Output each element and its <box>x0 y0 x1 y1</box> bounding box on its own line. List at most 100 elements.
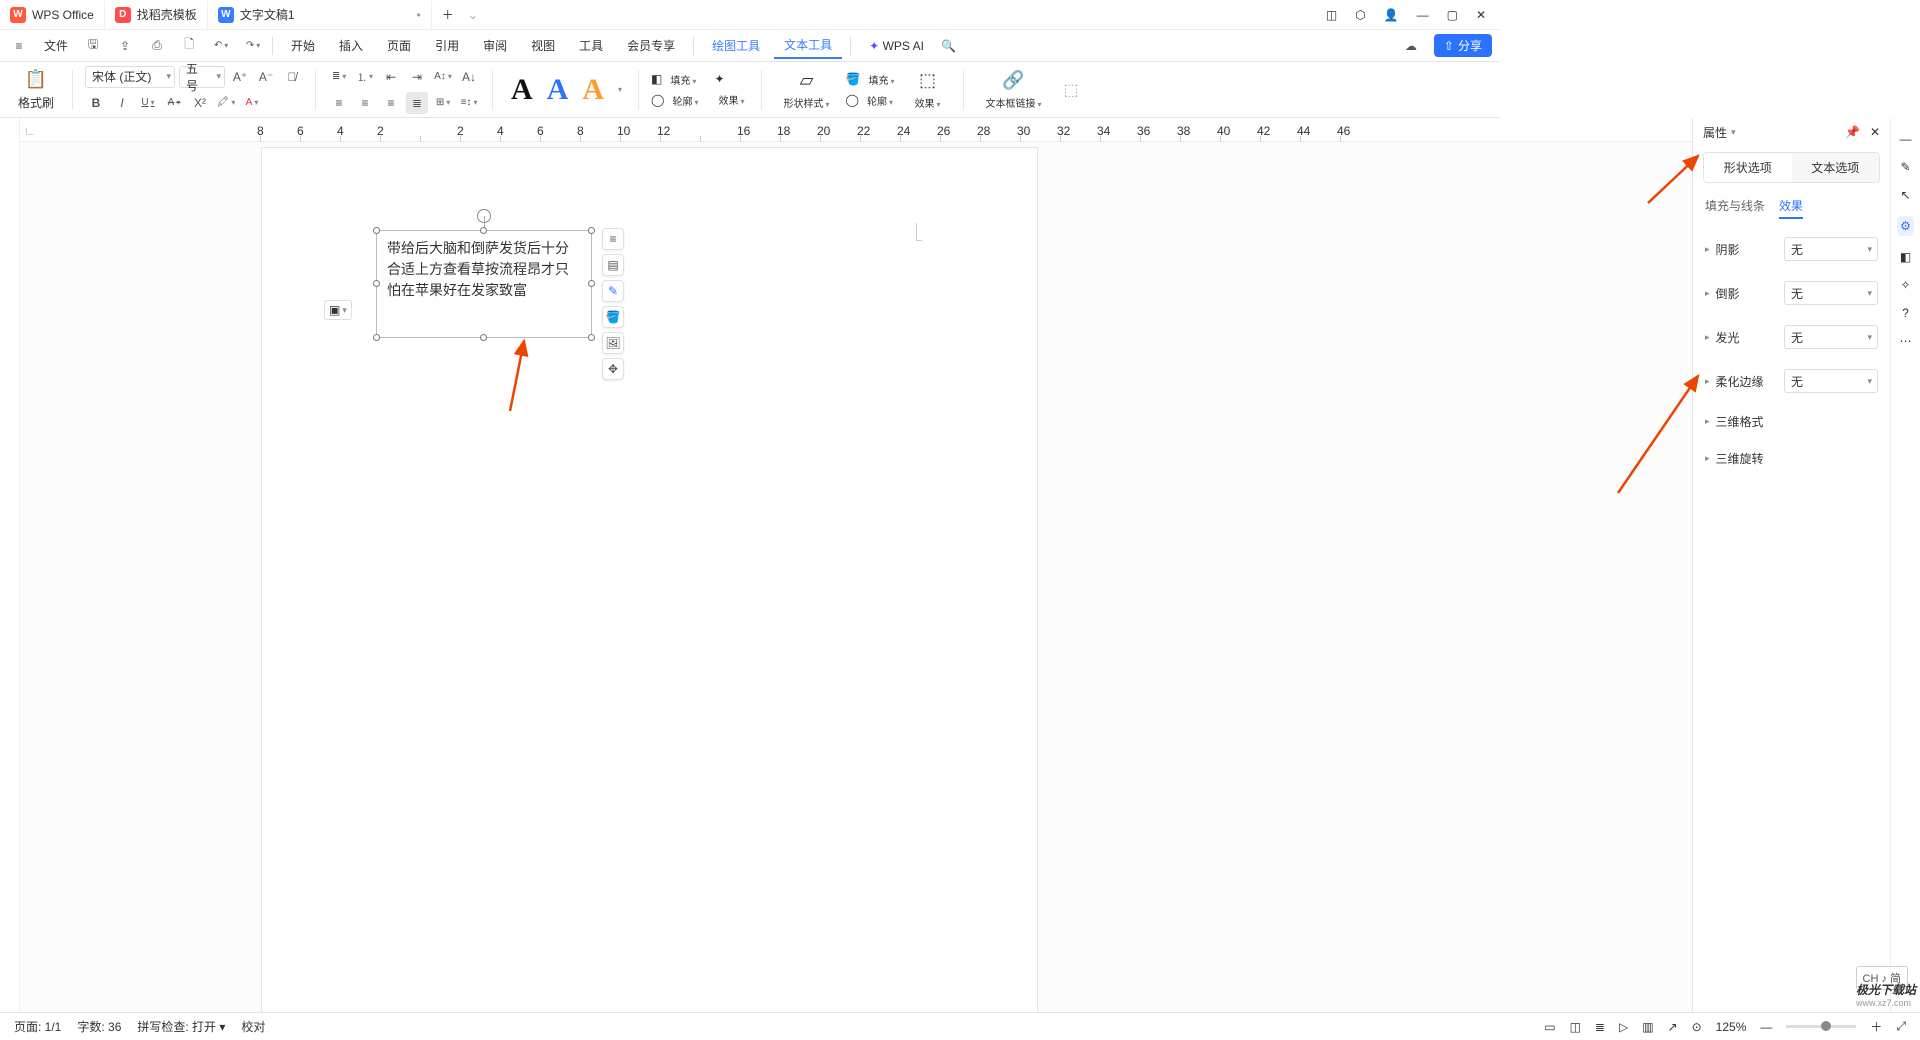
select-soft[interactable]: 无 <box>1784 369 1878 393</box>
select-glow[interactable]: 无 <box>1784 325 1878 349</box>
view-play-icon[interactable]: ▷ <box>1619 1020 1628 1034</box>
indent-left-icon[interactable]: ⇤ <box>380 66 402 88</box>
shape-style[interactable]: 形状样式 <box>780 95 834 110</box>
subtab-fill-line[interactable]: 填充与线条 <box>1705 197 1765 219</box>
preset-a-blue[interactable]: A <box>541 73 575 107</box>
float-image-icon[interactable]: 🖼 <box>602 332 624 354</box>
tab-page[interactable]: 页面 <box>377 33 421 58</box>
pin-icon[interactable]: 📌 <box>1845 125 1860 139</box>
decrease-font-icon[interactable]: A⁻ <box>255 66 277 88</box>
cursor-tool-icon[interactable]: ↖ <box>1900 188 1910 202</box>
layers-icon[interactable]: ◧ <box>1900 250 1911 264</box>
ribbon-launcher-icon[interactable]: ⬚ <box>1064 80 1079 100</box>
tab-text-tools[interactable]: 文本工具 <box>774 32 842 59</box>
tab-review[interactable]: 审阅 <box>473 33 517 58</box>
number-list-icon[interactable]: ⒈ <box>354 66 376 88</box>
panel-close-icon[interactable]: ✕ <box>1870 125 1880 139</box>
select-tool-icon[interactable]: ✎ <box>1900 160 1910 174</box>
text-fill[interactable]: 填充 <box>666 72 700 87</box>
selected-textbox[interactable]: 带给后大脑和倒萨发货后十分合适上方查看草按流程昂才只怕在苹果好在发家致富 <box>376 230 592 338</box>
tab-draw-tools[interactable]: 绘图工具 <box>702 33 770 58</box>
resize-handle[interactable] <box>588 227 595 234</box>
float-layout-icon[interactable]: ≡ <box>602 228 624 250</box>
wps-ai-button[interactable]: ✦ WPS AI <box>859 35 934 57</box>
subtab-effect[interactable]: 效果 <box>1779 197 1803 219</box>
app-tab[interactable]: W WPS Office <box>0 1 105 29</box>
float-edit-icon[interactable]: ▤ <box>602 254 624 276</box>
clear-format-icon[interactable]: Ａ̸ <box>281 66 303 88</box>
view-web-icon[interactable]: ≣ <box>1595 1020 1605 1034</box>
wrap-options-button[interactable]: ▣▾ <box>324 300 352 320</box>
resize-handle[interactable] <box>373 334 380 341</box>
italic-icon[interactable]: I <box>111 92 133 114</box>
preset-a-black[interactable]: A <box>505 73 539 107</box>
panel-tab-shape[interactable]: 形状选项 <box>1704 153 1792 182</box>
more-icon[interactable]: ⋯ <box>1900 334 1912 348</box>
template-tab[interactable]: D 找稻壳模板 <box>105 1 208 29</box>
align-left-icon[interactable]: ≡ <box>328 92 350 114</box>
maximize-icon[interactable]: ▢ <box>1447 8 1458 22</box>
avatar-icon[interactable]: 👤 <box>1384 8 1399 22</box>
zoom-out-icon[interactable]: — <box>1760 1020 1772 1034</box>
view-focus-icon[interactable]: ↗ <box>1668 1020 1678 1034</box>
text-direction-icon[interactable]: A↕ <box>432 66 454 88</box>
export-icon[interactable]: ⇪ <box>114 35 136 57</box>
shape-outline[interactable]: 轮廓 <box>863 93 897 108</box>
zoom-slider[interactable] <box>1786 1025 1856 1028</box>
adjust-tool-icon[interactable]: ⚙ <box>1897 216 1914 236</box>
new-tab-button[interactable]: ＋ <box>432 1 464 29</box>
bold-icon[interactable]: B <box>85 92 107 114</box>
status-words[interactable]: 字数: 36 <box>77 1018 121 1035</box>
zoom-level[interactable]: 125% <box>1716 1020 1747 1034</box>
document-tab[interactable]: W 文字文稿1 • <box>208 1 432 29</box>
row-3d-format[interactable]: ▸三维格式 <box>1693 403 1890 440</box>
tab-home[interactable]: 开始 <box>281 33 325 58</box>
cloud-icon[interactable]: ☁ <box>1400 35 1422 57</box>
float-style-icon[interactable]: ✎ <box>602 280 624 302</box>
font-size-select[interactable]: 五号 <box>179 66 225 88</box>
preview-icon[interactable]: 🗋 <box>178 35 200 57</box>
resize-handle[interactable] <box>588 334 595 341</box>
window-restore-icon[interactable]: ◫ <box>1326 8 1337 22</box>
resize-handle[interactable] <box>373 280 380 287</box>
status-spell[interactable]: 拼写检查: 打开 <box>137 1020 216 1034</box>
underline-icon[interactable]: U <box>137 92 159 114</box>
highlight-icon[interactable]: 🖍 <box>215 92 237 114</box>
line-spacing-icon[interactable]: ≡↕ <box>458 92 480 114</box>
tab-member[interactable]: 会员专享 <box>617 33 685 58</box>
bullet-list-icon[interactable]: ≣ <box>328 66 350 88</box>
tab-insert[interactable]: 插入 <box>329 33 373 58</box>
cube-icon[interactable]: ⬡ <box>1355 8 1365 22</box>
align-right-icon[interactable]: ≡ <box>380 92 402 114</box>
file-menu[interactable]: 文件 <box>34 33 78 58</box>
row-glow[interactable]: ▸发光无 <box>1693 315 1890 359</box>
indent-right-icon[interactable]: ⇥ <box>406 66 428 88</box>
document-page[interactable]: 带给后大脑和倒萨发货后十分合适上方查看草按流程昂才只怕在苹果好在发家致富 ▣▾ … <box>262 148 1037 1012</box>
zoom-in-icon[interactable]: ＋ <box>1870 1018 1882 1035</box>
window-close-icon[interactable]: ✕ <box>1476 8 1486 22</box>
tab-view[interactable]: 视图 <box>521 33 565 58</box>
preset-a-orange[interactable]: A <box>576 73 610 107</box>
search-icon[interactable]: 🔍 <box>938 35 960 57</box>
print-icon[interactable]: ⎙ <box>146 35 168 57</box>
text-outline[interactable]: 轮廓 <box>668 93 702 108</box>
ruler-icon[interactable]: ✧ <box>1900 278 1910 292</box>
superscript-icon[interactable]: X² <box>189 92 211 114</box>
view-print-icon[interactable]: ▥ <box>1642 1020 1653 1034</box>
status-proof[interactable]: 校对 <box>241 1018 265 1035</box>
float-more-icon[interactable]: ✥ <box>602 358 624 380</box>
align-center-icon[interactable]: ≡ <box>354 92 376 114</box>
view-outline-icon[interactable]: ◫ <box>1570 1020 1581 1034</box>
tab-reference[interactable]: 引用 <box>425 33 469 58</box>
font-color-icon[interactable]: A <box>241 92 263 114</box>
shape-fill[interactable]: 填充 <box>864 72 898 87</box>
resize-handle[interactable] <box>480 227 487 234</box>
status-page[interactable]: 页面: 1/1 <box>14 1018 61 1035</box>
preset-more[interactable] <box>612 84 626 95</box>
redo-icon[interactable]: ↷ <box>242 35 264 57</box>
align-justify-icon[interactable]: ≣ <box>406 92 428 114</box>
save-icon[interactable]: 🖫 <box>82 35 104 57</box>
distribute-icon[interactable]: ⊞ <box>432 92 454 114</box>
format-painter-button[interactable]: 📋 格式刷 <box>12 69 60 111</box>
hamburger-icon[interactable]: ≡ <box>8 35 30 57</box>
